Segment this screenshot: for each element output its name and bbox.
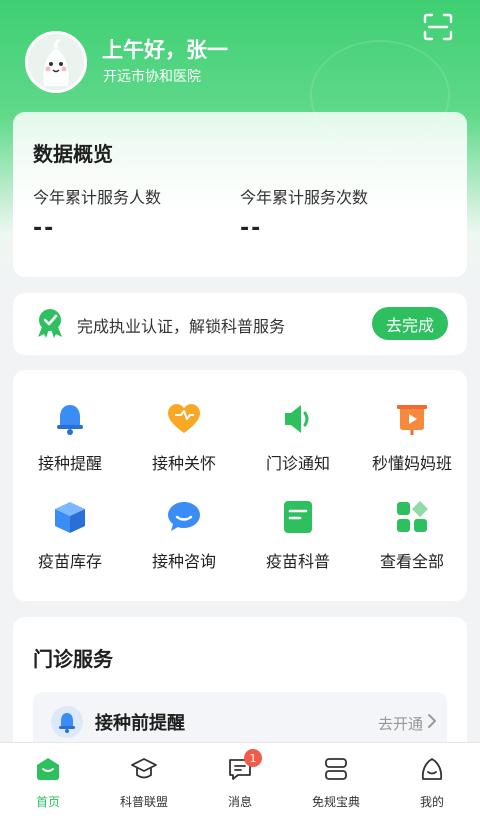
profile-icon — [421, 758, 443, 780]
tab-label: 我的 — [419, 795, 444, 809]
chevron-right-icon — [428, 714, 436, 728]
bell-icon — [51, 706, 83, 738]
feature-vaccine-stock[interactable]: 疫苗库存 — [13, 498, 127, 588]
video-board-icon — [397, 405, 427, 435]
feature-grid: 接种提醒 接种关怀 门诊通知 秒懂妈妈班 疫苗库存 接种咨询 疫苗科普 查看全部 — [13, 370, 467, 601]
avatar[interactable] — [25, 31, 87, 93]
tab-messages[interactable]: 1 消息 — [192, 743, 288, 820]
feature-label: 秒懂妈妈班 — [371, 454, 452, 473]
complete-certification-button[interactable]: 去完成 — [372, 307, 448, 340]
feature-vaccination-care[interactable]: 接种关怀 — [127, 400, 241, 490]
stat-value-people: -- — [33, 216, 56, 241]
overview-title: 数据概览 — [33, 142, 113, 166]
service-row-label: 接种前提醒 — [95, 713, 185, 734]
mascot-avatar-icon — [28, 34, 84, 90]
bell-icon — [57, 405, 83, 435]
stat-label-times: 今年累计服务次数 — [240, 188, 369, 207]
feature-vaccination-consult[interactable]: 接种咨询 — [127, 498, 241, 588]
feature-view-all[interactable]: 查看全部 — [355, 498, 469, 588]
feature-label: 接种提醒 — [37, 454, 102, 473]
feature-label: 接种咨询 — [151, 552, 216, 571]
tab-label: 消息 — [227, 795, 252, 809]
grid-apps-icon — [397, 501, 428, 532]
document-icon — [284, 501, 312, 533]
tab-label: 科普联盟 — [119, 795, 168, 809]
box-icon — [55, 502, 85, 533]
home-icon — [37, 758, 59, 780]
stat-label-people: 今年累计服务人数 — [33, 188, 162, 207]
feature-label: 查看全部 — [379, 552, 444, 571]
data-overview-card: 数据概览 今年累计服务人数 -- 今年累计服务次数 -- — [13, 112, 467, 277]
feature-clinic-notice[interactable]: 门诊通知 — [241, 400, 355, 490]
feature-label: 疫苗科普 — [265, 552, 330, 571]
tab-label: 免规宝典 — [311, 795, 360, 809]
stat-value-times: -- — [240, 216, 263, 241]
clinic-services-card: 门诊服务 接种前提醒 去开通 — [13, 617, 467, 757]
graduation-cap-icon — [131, 758, 157, 779]
feature-vaccine-education[interactable]: 疫苗科普 — [241, 498, 355, 588]
chat-bubble-icon — [168, 502, 200, 531]
tab-home[interactable]: 首页 — [0, 743, 96, 820]
service-row-action[interactable]: 去开通 — [378, 713, 423, 734]
feature-label: 门诊通知 — [265, 454, 330, 473]
certification-banner[interactable]: 完成执业认证，解锁科普服务 去完成 — [13, 293, 467, 355]
certification-text: 完成执业认证，解锁科普服务 — [77, 317, 286, 336]
scan-icon[interactable] — [423, 13, 453, 41]
feature-label: 接种关怀 — [151, 454, 216, 473]
hospital-name: 开远市协和医院 — [103, 69, 201, 85]
unread-badge: 1 — [244, 749, 262, 767]
heart-icon — [168, 404, 200, 433]
greeting-title: 上午好，张一 — [102, 38, 228, 62]
tab-guide[interactable]: 免规宝典 — [288, 743, 384, 820]
tab-label: 首页 — [35, 795, 60, 809]
feature-label: 疫苗库存 — [37, 552, 102, 571]
tab-mine[interactable]: 我的 — [384, 743, 480, 820]
tab-science-alliance[interactable]: 科普联盟 — [96, 743, 192, 820]
feature-mom-class[interactable]: 秒懂妈妈班 — [355, 400, 469, 490]
bottom-tab-bar: 首页 科普联盟 1 消息 免规宝典 我的 — [0, 742, 480, 820]
feature-vaccination-reminder[interactable]: 接种提醒 — [13, 400, 127, 490]
speaker-icon — [285, 405, 309, 433]
services-title: 门诊服务 — [33, 647, 113, 671]
stack-icon — [325, 758, 347, 780]
verified-badge-icon — [38, 309, 62, 338]
